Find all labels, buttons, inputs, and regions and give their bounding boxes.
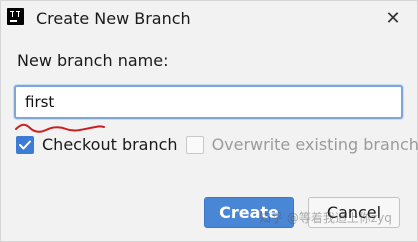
intellij-icon: [7, 8, 24, 25]
close-button[interactable]: ✕: [379, 7, 407, 29]
title-bar: Create New Branch ✕: [1, 1, 417, 37]
overwrite-existing-branch-checkbox[interactable]: [185, 136, 204, 154]
check-icon: [19, 140, 31, 150]
cancel-button[interactable]: Cancel: [308, 197, 400, 228]
window-title: Create New Branch: [36, 9, 191, 28]
create-branch-dialog: Create New Branch ✕ New branch name: fir…: [0, 0, 418, 242]
branch-name-value: first: [25, 93, 55, 111]
checkout-branch-label[interactable]: Checkout branch: [42, 135, 178, 155]
close-icon: ✕: [385, 7, 401, 29]
overwrite-existing-branch-label[interactable]: Overwrite existing branch: [212, 135, 418, 155]
branch-name-label: New branch name:: [17, 51, 169, 70]
create-button[interactable]: Create: [204, 197, 294, 228]
branch-name-input[interactable]: first: [14, 85, 403, 119]
options-row: Checkout branch Overwrite existing branc…: [16, 134, 418, 156]
checkout-branch-checkbox[interactable]: [16, 136, 34, 154]
